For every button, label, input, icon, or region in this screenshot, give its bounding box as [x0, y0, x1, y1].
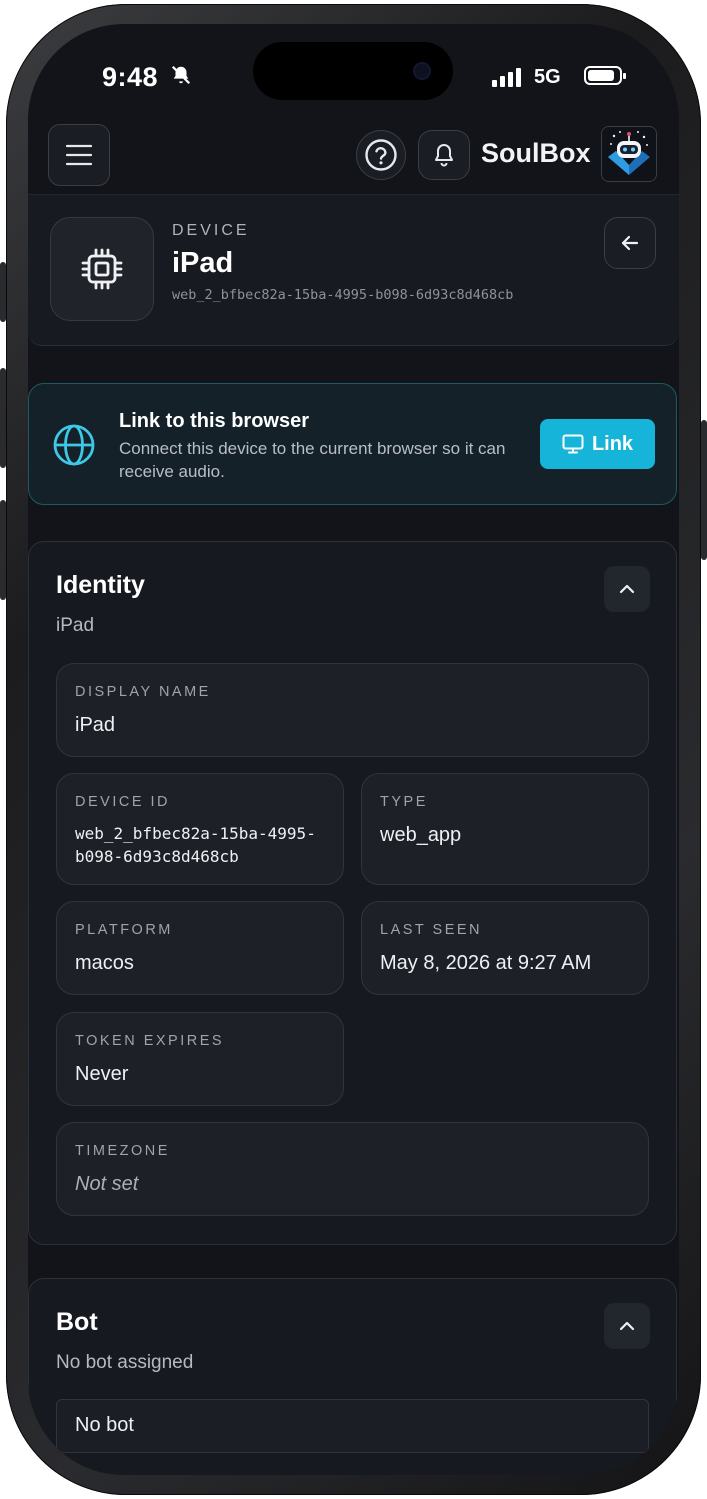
- device-id-field: DEVICE ID web_2_bfbec82a-15ba-4995-b098-…: [56, 773, 344, 885]
- bot-subtitle: No bot assigned: [56, 1352, 194, 1373]
- field-value: Never: [75, 1063, 129, 1085]
- identity-subtitle: iPad: [56, 615, 95, 636]
- bot-select[interactable]: No bot: [56, 1399, 649, 1453]
- globe-icon: [51, 422, 97, 473]
- field-label: LAST SEEN: [380, 922, 483, 938]
- bot-title: Bot: [56, 1308, 98, 1336]
- device-kicker: DEVICE: [172, 222, 250, 239]
- notifications-button[interactable]: [418, 130, 470, 180]
- monitor-icon: [562, 434, 584, 454]
- device-header: DEVICE iPad web_2_bfbec82a-15ba-4995-b09…: [28, 195, 679, 346]
- identity-title: Identity: [56, 571, 145, 599]
- screen: 9:48 5G SoulBox DEVICE iPad web_2_bfbec8…: [28, 24, 679, 1475]
- device-id-text: web_2_bfbec82a-15ba-4995-b098-6d93c8d468…: [172, 287, 514, 303]
- bot-card: Bot No bot assigned No bot: [28, 1278, 677, 1475]
- chevron-up-icon: [619, 1321, 635, 1331]
- bell-muted-icon: [170, 64, 192, 91]
- type-field: TYPE web_app: [361, 773, 649, 885]
- action-button: [0, 262, 6, 322]
- cpu-chip-icon: [81, 248, 123, 290]
- field-value: May 8, 2026 at 9:27 AM: [380, 952, 592, 974]
- identity-collapse-button[interactable]: [604, 566, 650, 612]
- chevron-up-icon: [619, 584, 635, 594]
- field-value: web_2_bfbec82a-15ba-4995-b098-6d93c8d468…: [75, 824, 316, 866]
- field-label: TYPE: [380, 794, 428, 810]
- field-label: DISPLAY NAME: [75, 684, 211, 700]
- field-value: web_app: [380, 824, 462, 846]
- cellular-signal-icon: [492, 68, 521, 87]
- power-button: [701, 420, 707, 560]
- help-button[interactable]: [356, 130, 406, 180]
- link-card-description: Connect this device to the current brows…: [119, 439, 506, 481]
- help-circle-icon: [365, 139, 397, 171]
- volume-up-button: [0, 368, 6, 468]
- robot-logo-icon: [602, 127, 656, 181]
- field-value: macos: [75, 952, 134, 974]
- dynamic-island: [253, 42, 453, 100]
- device-title: iPad: [172, 247, 234, 279]
- link-button[interactable]: Link: [540, 419, 655, 469]
- bell-icon: [435, 144, 453, 167]
- menu-button[interactable]: [48, 124, 110, 186]
- field-label: DEVICE ID: [75, 794, 171, 810]
- brand-name: SoulBox: [481, 138, 591, 168]
- field-value: iPad: [75, 714, 116, 736]
- token-expires-field: TOKEN EXPIRES Never: [56, 1012, 344, 1106]
- bot-avatar[interactable]: [601, 126, 657, 182]
- link-button-label: Link: [591, 432, 634, 455]
- status-time: 9:48: [102, 62, 159, 92]
- device-icon-box: [50, 217, 154, 321]
- link-browser-card: Link to this browser Connect this device…: [28, 383, 677, 505]
- volume-down-button: [0, 500, 6, 600]
- back-button[interactable]: [604, 217, 656, 269]
- battery-icon: [584, 66, 626, 85]
- display-name-field: DISPLAY NAME iPad: [56, 663, 649, 757]
- hamburger-icon: [66, 144, 92, 166]
- last-seen-field: LAST SEEN May 8, 2026 at 9:27 AM: [361, 901, 649, 995]
- status-bar: 9:48 5G: [28, 24, 679, 124]
- arrow-left-icon: [621, 235, 639, 251]
- top-nav-bar: SoulBox: [28, 122, 679, 195]
- field-label: TOKEN EXPIRES: [75, 1033, 225, 1049]
- bot-collapse-button[interactable]: [604, 1303, 650, 1349]
- bot-select-value: No bot: [75, 1414, 134, 1436]
- link-card-title: Link to this browser: [119, 410, 310, 432]
- identity-card: Identity iPad DISPLAY NAME iPad DEVICE I…: [28, 541, 677, 1245]
- timezone-field: TIMEZONE Not set: [56, 1122, 649, 1216]
- field-label: TIMEZONE: [75, 1143, 170, 1159]
- network-type: 5G: [534, 66, 561, 88]
- platform-field: PLATFORM macos: [56, 901, 344, 995]
- field-value: Not set: [75, 1173, 139, 1195]
- field-label: PLATFORM: [75, 922, 173, 938]
